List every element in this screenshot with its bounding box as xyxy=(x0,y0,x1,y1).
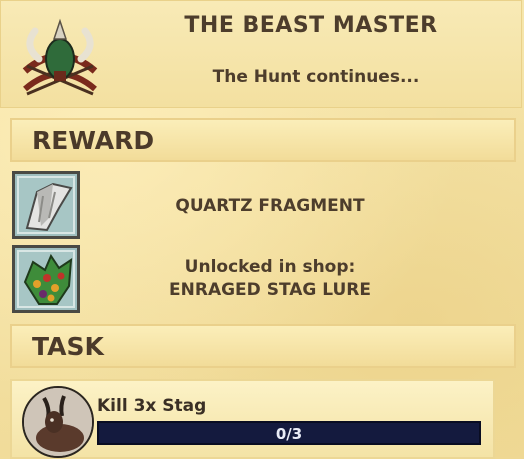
reward-item-lure[interactable] xyxy=(12,245,80,313)
task-progress-text: 0/3 xyxy=(275,425,303,443)
reward-line: Unlocked in shop: xyxy=(184,257,356,277)
task-section-title: TASK xyxy=(32,332,104,361)
reward-line: QUARTZ FRAGMENT xyxy=(175,196,365,216)
task-progress-bar: 0/3 xyxy=(97,421,481,445)
reward-section-title: REWARD xyxy=(32,126,155,155)
quartz-fragment-icon xyxy=(25,182,73,232)
quest-title: THE BEAST MASTER xyxy=(184,13,438,38)
reward-section-header: REWARD xyxy=(10,118,516,162)
berry-bush-icon xyxy=(23,253,73,305)
task-label: Kill 3x Stag xyxy=(97,396,207,416)
reward-line: ENRAGED STAG LURE xyxy=(169,280,371,300)
reward-item-lure-label: Unlocked in shop: ENRAGED STAG LURE xyxy=(100,256,440,302)
beast-master-emblem-icon xyxy=(22,18,98,96)
reward-item-quartz-label: QUARTZ FRAGMENT xyxy=(100,195,440,218)
quest-subtitle: The Hunt continues... xyxy=(212,67,420,87)
reward-item-quartz[interactable] xyxy=(12,171,80,239)
task-section-header: TASK xyxy=(10,324,516,368)
stag-portrait-icon xyxy=(22,386,94,458)
quest-header: THE BEAST MASTER The Hunt continues... xyxy=(0,0,522,108)
